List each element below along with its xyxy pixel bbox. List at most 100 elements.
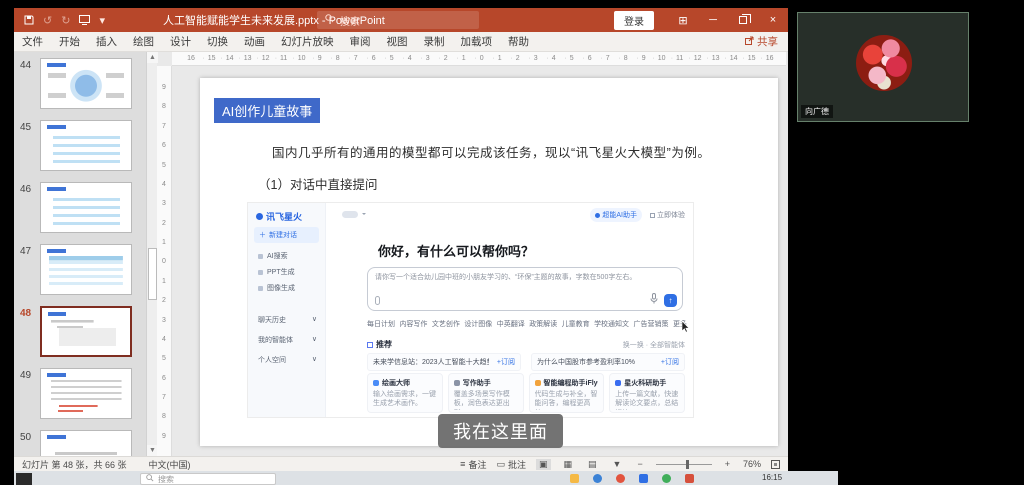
normal-view-icon[interactable]: ▣ xyxy=(535,458,551,470)
tab-review[interactable]: 审阅 xyxy=(342,34,379,49)
tab-animations[interactable]: 动画 xyxy=(236,34,273,49)
spark-agent-cards: 绘画大师 输入绘画需求，一键生成艺术画作。 写作助手 覆盖多场景写作模板，润色表达更… xyxy=(367,373,685,413)
zoom-knob[interactable] xyxy=(685,459,689,469)
ruler-number: 6 xyxy=(162,142,166,150)
tab-record[interactable]: 录制 xyxy=(416,34,453,49)
slideshow-from-start-icon[interactable] xyxy=(79,15,91,25)
restore-icon xyxy=(739,14,751,24)
vertical-ruler: 9 8 7 6 5 4 3 2 1 0 1 2 3 4 5 6 7 8 9 xyxy=(157,66,172,456)
slide-number: 47 xyxy=(20,246,32,257)
login-button[interactable]: 登录 xyxy=(614,10,654,30)
agent-card: 星火科研助手上传一篇文献，快速解读论文要点，总结提炼。 xyxy=(609,373,685,413)
comments-button[interactable]: ▭ 批注 xyxy=(496,458,526,471)
save-icon[interactable] xyxy=(24,15,34,25)
zoom-slider[interactable] xyxy=(655,459,712,469)
ruler-number: 4 xyxy=(162,180,166,188)
scrollbar-thumb[interactable] xyxy=(148,248,157,300)
tab-addins[interactable]: 加载项 xyxy=(453,34,501,49)
restore-button[interactable] xyxy=(728,8,758,32)
share-button[interactable]: 共享 xyxy=(745,34,778,49)
spark-sidebar-group-history: 聊天历史 ∨ xyxy=(258,316,317,324)
undo-icon[interactable]: ↺ xyxy=(43,14,52,27)
ai-assistant-chip: 超能AI助手 xyxy=(590,208,642,222)
ruler-number: 5 xyxy=(380,55,398,62)
zoom-level[interactable]: 76% xyxy=(743,459,761,469)
qat-customize-caret-icon[interactable]: ▾ xyxy=(99,14,105,27)
slide-title[interactable]: AI创作儿童故事 xyxy=(214,98,321,123)
search-icon xyxy=(325,14,334,26)
slide-thumbnail-48-selected[interactable] xyxy=(40,306,132,357)
slide-thumbnail-47[interactable] xyxy=(40,244,132,295)
app-icon[interactable] xyxy=(570,474,579,483)
screen: ↺ ↻ ▾ 人工智能赋能学生未来发展.pptx - PowerPoint 搜索 … xyxy=(0,0,1024,485)
minimize-button[interactable]: ─ xyxy=(698,8,728,32)
chip: 文艺创作 xyxy=(431,321,460,328)
thumbnail-scrollbar[interactable]: ▲ ▼ xyxy=(146,52,158,456)
ruler-number: 2 xyxy=(162,219,166,227)
tab-file[interactable]: 文件 xyxy=(14,34,51,49)
tab-insert[interactable]: 插入 xyxy=(88,34,125,49)
chevron-down-icon: ∨ xyxy=(311,316,317,323)
titlebar-controls: 登录 ⊞ ─ × xyxy=(614,8,788,32)
ruler-number: 2 xyxy=(506,55,524,62)
ruler-number: 14 xyxy=(722,55,740,62)
slide-thumbnail-46[interactable] xyxy=(40,182,132,233)
language-indicator[interactable]: 中文(中国) xyxy=(149,458,191,471)
try-now-link: 立即体验 xyxy=(650,210,685,220)
fit-to-window-icon[interactable] xyxy=(771,459,780,469)
redo-icon[interactable]: ↻ xyxy=(61,14,70,27)
tab-view[interactable]: 视图 xyxy=(379,34,416,49)
ruler-number: 13 xyxy=(704,55,722,62)
slide-sorter-view-icon[interactable]: ▦ xyxy=(561,459,576,470)
notes-button[interactable]: ≡ 备注 xyxy=(460,458,486,471)
thumbnail-sketch xyxy=(44,123,128,168)
ruler-number: 7 xyxy=(596,55,614,62)
slide-thumbnail-49[interactable] xyxy=(40,368,132,419)
taskbar-clock[interactable]: 16:15 xyxy=(762,473,782,482)
recommend-icon xyxy=(367,341,373,348)
ruler-number: 9 xyxy=(162,432,166,440)
start-button[interactable] xyxy=(16,473,32,485)
slide-number: 46 xyxy=(20,184,32,195)
ruler-number: 8 xyxy=(326,55,344,62)
chip: 广告营销策 xyxy=(633,321,669,328)
slide-paragraph[interactable]: 国内几乎所有的通用的模型都可以完成该任务，现以“讯飞星火大模型”为例。 xyxy=(272,142,710,161)
slide-thumbnail-45[interactable] xyxy=(40,120,132,171)
plus-icon: ＋ xyxy=(259,232,266,239)
mouse-cursor xyxy=(681,320,690,335)
quick-access-toolbar: ↺ ↻ ▾ xyxy=(14,14,105,27)
app-icon[interactable] xyxy=(639,474,648,483)
recommend-label: 推荐 xyxy=(376,340,392,349)
slideshow-view-icon[interactable]: ▼ xyxy=(610,459,625,469)
zoom-out-icon[interactable]: − xyxy=(634,459,645,469)
tab-transitions[interactable]: 切换 xyxy=(199,34,236,49)
recommend-item: 为什么中国股市参考盈利率10% +订阅 xyxy=(531,353,685,371)
ribbon-display-options-icon[interactable]: ⊞ xyxy=(668,8,698,32)
slide-paragraph[interactable]: （1）对话中直接提问 xyxy=(258,174,377,193)
slide-canvas[interactable]: AI创作儿童故事 国内几乎所有的通用的模型都可以完成该任务，现以“讯飞星火大模型… xyxy=(200,78,778,446)
ruler-number: 8 xyxy=(614,55,632,62)
thumbnail-row: 47 xyxy=(20,244,146,295)
agent-icon xyxy=(615,380,622,386)
recommend-item: 未来学信息站：2023人工智能十大趋势 +订阅 xyxy=(367,353,521,371)
ruler-number: 5 xyxy=(560,55,578,62)
slide-thumbnail-50[interactable] xyxy=(40,430,132,456)
close-button[interactable]: × xyxy=(758,8,788,32)
avatar xyxy=(856,35,912,91)
tab-home[interactable]: 开始 xyxy=(51,34,88,49)
reading-view-icon[interactable]: ▤ xyxy=(585,459,600,470)
app-icon[interactable] xyxy=(616,474,625,483)
slide-thumbnail-44[interactable] xyxy=(40,58,132,109)
zoom-in-icon[interactable]: + xyxy=(722,459,733,469)
tab-draw[interactable]: 绘图 xyxy=(125,34,162,49)
spark-logo-icon xyxy=(256,213,263,220)
titlebar-search[interactable]: 搜索 xyxy=(317,11,479,29)
app-icon[interactable] xyxy=(662,474,671,483)
tab-design[interactable]: 设计 xyxy=(162,34,199,49)
tab-slideshow[interactable]: 幻灯片放映 xyxy=(273,34,342,49)
tab-help[interactable]: 帮助 xyxy=(500,34,537,49)
taskbar-search[interactable]: 搜索 xyxy=(140,473,276,485)
app-icon[interactable] xyxy=(685,474,694,483)
scroll-up-icon[interactable]: ▲ xyxy=(147,52,158,63)
app-icon[interactable] xyxy=(593,474,602,483)
